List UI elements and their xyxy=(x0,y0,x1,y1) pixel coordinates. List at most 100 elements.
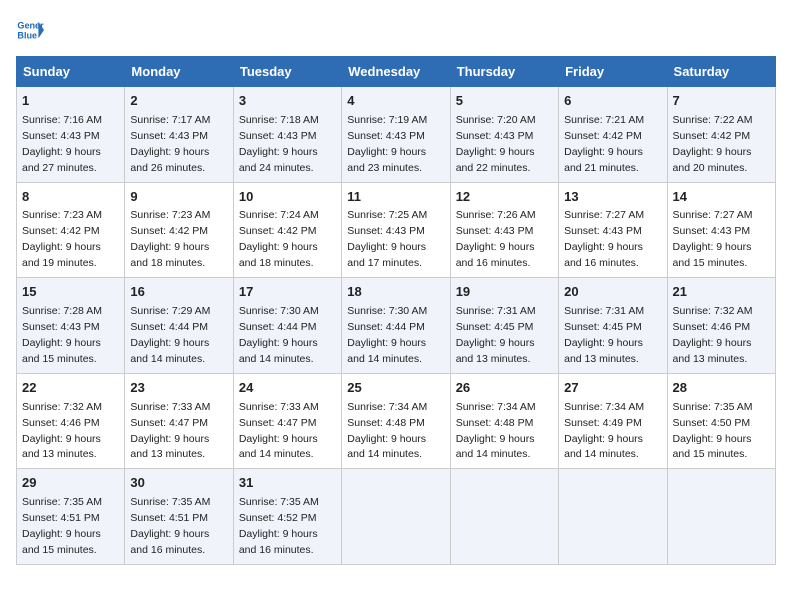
day-info: Sunrise: 7:25 AMSunset: 4:43 PMDaylight:… xyxy=(347,209,427,269)
col-sunday: Sunday xyxy=(17,57,125,87)
day-info: Sunrise: 7:27 AMSunset: 4:43 PMDaylight:… xyxy=(564,209,644,269)
day-number: 25 xyxy=(347,379,444,398)
day-number: 16 xyxy=(130,283,227,302)
col-friday: Friday xyxy=(559,57,667,87)
day-info: Sunrise: 7:33 AMSunset: 4:47 PMDaylight:… xyxy=(239,401,319,461)
calendar-cell: 11 Sunrise: 7:25 AMSunset: 4:43 PMDayligh… xyxy=(342,182,450,278)
day-number: 21 xyxy=(673,283,770,302)
calendar-cell: 18 Sunrise: 7:30 AMSunset: 4:44 PMDayligh… xyxy=(342,278,450,374)
calendar-cell: 20Sunrise: 7:31 AMSunset: 4:45 PMDayligh… xyxy=(559,278,667,374)
day-number: 31 xyxy=(239,474,336,493)
svg-text:Blue: Blue xyxy=(17,30,37,40)
calendar-cell: 27 Sunrise: 7:34 AMSunset: 4:49 PMDayligh… xyxy=(559,373,667,469)
header: General Blue xyxy=(16,16,776,44)
day-number: 5 xyxy=(456,92,553,111)
day-info: Sunrise: 7:34 AMSunset: 4:48 PMDaylight:… xyxy=(347,401,427,461)
day-info: Sunrise: 7:23 AMSunset: 4:42 PMDaylight:… xyxy=(22,209,102,269)
day-number: 4 xyxy=(347,92,444,111)
calendar-cell: 10 Sunrise: 7:24 AMSunset: 4:42 PMDayligh… xyxy=(233,182,341,278)
day-info: Sunrise: 7:18 AMSunset: 4:43 PMDaylight:… xyxy=(239,114,319,174)
day-info: Sunrise: 7:30 AMSunset: 4:44 PMDaylight:… xyxy=(239,305,319,365)
day-info: Sunrise: 7:26 AMSunset: 4:43 PMDaylight:… xyxy=(456,209,536,269)
day-info: Sunrise: 7:32 AMSunset: 4:46 PMDaylight:… xyxy=(673,305,753,365)
calendar-cell: 12 Sunrise: 7:26 AMSunset: 4:43 PMDayligh… xyxy=(450,182,558,278)
col-saturday: Saturday xyxy=(667,57,775,87)
day-number: 9 xyxy=(130,188,227,207)
day-number: 15 xyxy=(22,283,119,302)
day-number: 10 xyxy=(239,188,336,207)
day-info: Sunrise: 7:30 AMSunset: 4:44 PMDaylight:… xyxy=(347,305,427,365)
day-number: 12 xyxy=(456,188,553,207)
col-thursday: Thursday xyxy=(450,57,558,87)
calendar-cell xyxy=(667,469,775,565)
day-info: Sunrise: 7:35 AMSunset: 4:52 PMDaylight:… xyxy=(239,496,319,556)
day-number: 11 xyxy=(347,188,444,207)
day-number: 13 xyxy=(564,188,661,207)
day-number: 23 xyxy=(130,379,227,398)
calendar-row: 8 Sunrise: 7:23 AMSunset: 4:42 PMDaylight… xyxy=(17,182,776,278)
calendar-table: Sunday Monday Tuesday Wednesday Thursday… xyxy=(16,56,776,565)
calendar-cell: 9Sunrise: 7:23 AMSunset: 4:42 PMDaylight… xyxy=(125,182,233,278)
day-number: 17 xyxy=(239,283,336,302)
calendar-cell: 22 Sunrise: 7:32 AMSunset: 4:46 PMDayligh… xyxy=(17,373,125,469)
day-number: 6 xyxy=(564,92,661,111)
day-info: Sunrise: 7:35 AMSunset: 4:51 PMDaylight:… xyxy=(22,496,102,556)
calendar-cell xyxy=(342,469,450,565)
calendar-cell: 8 Sunrise: 7:23 AMSunset: 4:42 PMDaylight… xyxy=(17,182,125,278)
day-number: 1 xyxy=(22,92,119,111)
day-info: Sunrise: 7:35 AMSunset: 4:51 PMDaylight:… xyxy=(130,496,210,556)
day-number: 2 xyxy=(130,92,227,111)
day-number: 18 xyxy=(347,283,444,302)
calendar-body: 1 Sunrise: 7:16 AMSunset: 4:43 PMDaylight… xyxy=(17,87,776,565)
calendar-cell: 4 Sunrise: 7:19 AMSunset: 4:43 PMDaylight… xyxy=(342,87,450,183)
day-info: Sunrise: 7:27 AMSunset: 4:43 PMDaylight:… xyxy=(673,209,753,269)
calendar-cell: 1 Sunrise: 7:16 AMSunset: 4:43 PMDaylight… xyxy=(17,87,125,183)
day-number: 26 xyxy=(456,379,553,398)
calendar-cell: 23 Sunrise: 7:33 AMSunset: 4:47 PMDayligh… xyxy=(125,373,233,469)
calendar-cell: 13 Sunrise: 7:27 AMSunset: 4:43 PMDayligh… xyxy=(559,182,667,278)
col-tuesday: Tuesday xyxy=(233,57,341,87)
calendar-row: 1 Sunrise: 7:16 AMSunset: 4:43 PMDaylight… xyxy=(17,87,776,183)
calendar-row: 22 Sunrise: 7:32 AMSunset: 4:46 PMDayligh… xyxy=(17,373,776,469)
day-info: Sunrise: 7:34 AMSunset: 4:49 PMDaylight:… xyxy=(564,401,644,461)
day-number: 7 xyxy=(673,92,770,111)
day-info: Sunrise: 7:17 AMSunset: 4:43 PMDaylight:… xyxy=(130,114,210,174)
day-info: Sunrise: 7:31 AMSunset: 4:45 PMDaylight:… xyxy=(564,305,644,365)
day-number: 8 xyxy=(22,188,119,207)
day-info: Sunrise: 7:21 AMSunset: 4:42 PMDaylight:… xyxy=(564,114,644,174)
calendar-cell: 15 Sunrise: 7:28 AMSunset: 4:43 PMDayligh… xyxy=(17,278,125,374)
calendar-cell: 26Sunrise: 7:34 AMSunset: 4:48 PMDayligh… xyxy=(450,373,558,469)
day-info: Sunrise: 7:32 AMSunset: 4:46 PMDaylight:… xyxy=(22,401,102,461)
day-number: 3 xyxy=(239,92,336,111)
day-info: Sunrise: 7:28 AMSunset: 4:43 PMDaylight:… xyxy=(22,305,102,365)
calendar-cell: 3 Sunrise: 7:18 AMSunset: 4:43 PMDaylight… xyxy=(233,87,341,183)
calendar-cell: 14 Sunrise: 7:27 AMSunset: 4:43 PMDayligh… xyxy=(667,182,775,278)
calendar-cell: 24Sunrise: 7:33 AMSunset: 4:47 PMDayligh… xyxy=(233,373,341,469)
day-info: Sunrise: 7:24 AMSunset: 4:42 PMDaylight:… xyxy=(239,209,319,269)
day-number: 22 xyxy=(22,379,119,398)
day-info: Sunrise: 7:16 AMSunset: 4:43 PMDaylight:… xyxy=(22,114,102,174)
day-info: Sunrise: 7:22 AMSunset: 4:42 PMDaylight:… xyxy=(673,114,753,174)
day-info: Sunrise: 7:31 AMSunset: 4:45 PMDaylight:… xyxy=(456,305,536,365)
day-number: 27 xyxy=(564,379,661,398)
day-info: Sunrise: 7:33 AMSunset: 4:47 PMDaylight:… xyxy=(130,401,210,461)
calendar-cell: 17 Sunrise: 7:30 AMSunset: 4:44 PMDayligh… xyxy=(233,278,341,374)
day-info: Sunrise: 7:19 AMSunset: 4:43 PMDaylight:… xyxy=(347,114,427,174)
day-info: Sunrise: 7:29 AMSunset: 4:44 PMDaylight:… xyxy=(130,305,210,365)
calendar-row: 15 Sunrise: 7:28 AMSunset: 4:43 PMDayligh… xyxy=(17,278,776,374)
day-info: Sunrise: 7:20 AMSunset: 4:43 PMDaylight:… xyxy=(456,114,536,174)
calendar-cell: 25 Sunrise: 7:34 AMSunset: 4:48 PMDayligh… xyxy=(342,373,450,469)
day-info: Sunrise: 7:35 AMSunset: 4:50 PMDaylight:… xyxy=(673,401,753,461)
calendar-cell xyxy=(450,469,558,565)
day-number: 19 xyxy=(456,283,553,302)
logo-icon: General Blue xyxy=(16,16,44,44)
calendar-cell: 28Sunrise: 7:35 AMSunset: 4:50 PMDayligh… xyxy=(667,373,775,469)
col-wednesday: Wednesday xyxy=(342,57,450,87)
day-number: 14 xyxy=(673,188,770,207)
calendar-cell: 5 Sunrise: 7:20 AMSunset: 4:43 PMDaylight… xyxy=(450,87,558,183)
calendar-cell: 30Sunrise: 7:35 AMSunset: 4:51 PMDayligh… xyxy=(125,469,233,565)
calendar-cell: 16 Sunrise: 7:29 AMSunset: 4:44 PMDayligh… xyxy=(125,278,233,374)
calendar-cell: 31 Sunrise: 7:35 AMSunset: 4:52 PMDayligh… xyxy=(233,469,341,565)
col-monday: Monday xyxy=(125,57,233,87)
calendar-cell: 21 Sunrise: 7:32 AMSunset: 4:46 PMDayligh… xyxy=(667,278,775,374)
